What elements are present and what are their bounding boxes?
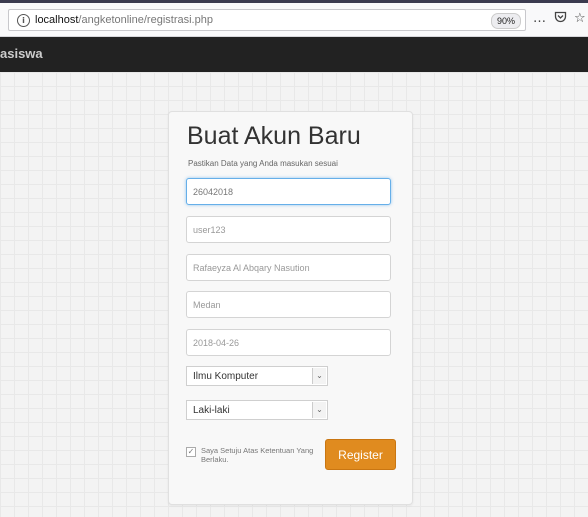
- bookmark-star-icon[interactable]: ☆: [574, 10, 586, 28]
- url-host: localhost: [35, 14, 79, 26]
- zoom-level-badge[interactable]: 90%: [491, 13, 521, 29]
- birthdate-input[interactable]: 2018-04-26: [186, 329, 391, 356]
- agree-label: Saya Setuju Atas Ketentuan Yang Berlaku.: [201, 446, 314, 464]
- pocket-icon[interactable]: [554, 10, 567, 28]
- url-path: /angketonline/registrasi.php: [78, 14, 213, 26]
- browser-toolbar: i localhost/angketonline/registrasi.php …: [0, 0, 588, 37]
- major-select[interactable]: Ilmu Komputer ⌄: [186, 366, 328, 386]
- window-topline: [0, 0, 588, 3]
- info-icon[interactable]: i: [17, 14, 30, 27]
- register-button[interactable]: Register: [325, 439, 396, 470]
- nim-input[interactable]: 26042018: [186, 178, 391, 205]
- gender-select-value: Laki-laki: [193, 405, 230, 416]
- gender-select[interactable]: Laki-laki ⌄: [186, 400, 328, 420]
- navbar: asiswa: [0, 37, 588, 72]
- form-title: Buat Akun Baru: [187, 122, 361, 150]
- chevron-down-icon[interactable]: ⌄: [312, 368, 326, 384]
- chevron-down-icon[interactable]: ⌄: [312, 402, 326, 418]
- city-input[interactable]: Medan: [186, 291, 391, 318]
- major-select-value: Ilmu Komputer: [193, 371, 259, 382]
- page-actions-menu-icon[interactable]: …: [533, 10, 546, 28]
- registration-card: Buat Akun Baru Pastikan Data yang Anda m…: [168, 111, 413, 505]
- username-input[interactable]: user123: [186, 216, 391, 243]
- form-subtitle: Pastikan Data yang Anda masukan sesuai: [188, 159, 338, 168]
- navbar-brand[interactable]: asiswa: [0, 46, 43, 61]
- agree-checkbox[interactable]: ✓: [186, 447, 196, 457]
- url-text[interactable]: localhost/angketonline/registrasi.php: [35, 14, 213, 26]
- address-bar[interactable]: i localhost/angketonline/registrasi.php …: [8, 9, 526, 31]
- fullname-input[interactable]: Rafaeyza Al Abqary Nasution: [186, 254, 391, 281]
